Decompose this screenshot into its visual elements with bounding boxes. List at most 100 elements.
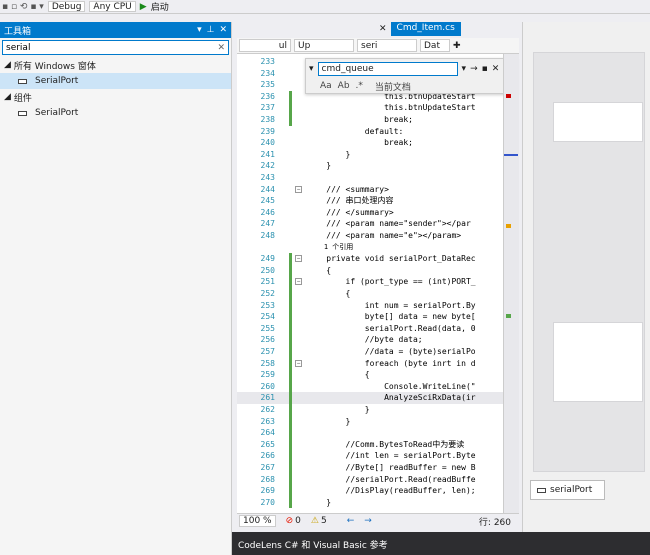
tree-item-serialport[interactable]: SerialPort [0, 105, 231, 121]
code-line[interactable]: 238 break; [237, 114, 519, 126]
close-icon[interactable]: ✕ [379, 24, 387, 34]
start-icon[interactable]: ▶ [140, 2, 147, 12]
line-number: 257 [260, 347, 275, 356]
config-combo[interactable]: Debug [47, 1, 86, 12]
split-icon[interactable]: ✚ [453, 41, 461, 51]
warning-icon[interactable]: ⚠ [311, 516, 319, 526]
code-line[interactable]: 261 AnalyzeSciRxData(ir [237, 392, 519, 404]
find-scope[interactable]: 当前文档 [375, 80, 411, 93]
fold-toggle[interactable]: − [295, 278, 302, 286]
code-line[interactable]: 257 //data = (byte)serialPo [237, 346, 519, 358]
match-case-toggle[interactable]: Aa [320, 81, 332, 91]
code-line[interactable]: 258 foreach (byte inrt in d [237, 358, 519, 370]
start-button[interactable]: 启动 [151, 0, 169, 13]
fold-toggle[interactable]: − [295, 359, 302, 367]
code-line[interactable]: 254 byte[] data = new byte[ [237, 311, 519, 323]
code-editor[interactable]: 233 234 235 236 this.btnUpdateStart 237 this… [237, 54, 519, 513]
clear-icon[interactable]: ✕ [217, 43, 225, 53]
code-text: byte[] data = new byte[ [307, 312, 476, 322]
code-line[interactable]: 248 /// <param name="e"></param> [237, 230, 519, 242]
code-line[interactable]: 251 if (port_type == (int)PORT_ [237, 276, 519, 288]
code-line[interactable]: 266 //int len = serialPort.Byte [237, 450, 519, 462]
tree-item-serialport[interactable]: SerialPort [0, 73, 231, 89]
line-number: 264 [260, 428, 275, 438]
code-line[interactable]: 259 { [237, 369, 519, 381]
code-text: /// <summary> [307, 184, 389, 194]
code-line[interactable]: 247 /// <param name="sender"></par [237, 218, 519, 230]
code-text: { [307, 289, 351, 298]
code-line[interactable]: 1 个引用 [237, 242, 519, 254]
error-icon[interactable]: ⊘ [286, 516, 294, 526]
nav-forward-icon[interactable]: → [364, 516, 372, 526]
code-text: if (port_type == (int)PORT_ [307, 277, 476, 287]
tree-group-components[interactable]: ◢ 组件 [0, 89, 231, 105]
tree-group-label: 组件 [13, 93, 32, 104]
line-number: 255 [260, 323, 275, 333]
code-line[interactable]: 264 [237, 427, 519, 439]
expand-icon[interactable]: ▾ [309, 64, 314, 74]
code-line[interactable]: 249 private void serialPort_DataRec [237, 253, 519, 265]
code-line[interactable]: 237 this.btnUpdateStart [237, 102, 519, 114]
find-next-icon[interactable]: → [470, 64, 478, 74]
fold-toggle[interactable]: − [295, 255, 302, 263]
nav-member-combo[interactable]: seri [357, 39, 417, 52]
code-line[interactable]: 267 //Byte[] readBuffer = new B [237, 462, 519, 474]
regex-toggle[interactable]: .* [356, 81, 363, 91]
dropdown-icon[interactable]: ▾ [462, 64, 467, 74]
code-line[interactable]: 265 //Comm.BytesToRead中为要读 [237, 439, 519, 451]
line-number: 268 [260, 474, 275, 484]
fold-toggle[interactable]: − [295, 185, 302, 193]
code-line[interactable]: 269 //DisPlay(readBuffer, len); [237, 485, 519, 497]
code-line[interactable]: 250 { [237, 265, 519, 277]
nav-class-combo[interactable]: Up [294, 39, 354, 52]
code-line[interactable]: 246 /// </summary> [237, 207, 519, 219]
line-number: 265 [260, 439, 275, 449]
code-line[interactable]: 260 Console.WriteLine(" [237, 381, 519, 393]
collapse-icon[interactable]: ◢ [4, 60, 11, 70]
pin-icon[interactable]: ⊥ [207, 25, 215, 35]
code-text: default: [307, 126, 404, 136]
code-line[interactable]: 241 } [237, 149, 519, 161]
code-line[interactable]: 239 default: [237, 126, 519, 138]
code-text: /// 串口处理内容 [307, 196, 394, 206]
platform-combo[interactable]: Any CPU [89, 1, 136, 12]
whole-word-toggle[interactable]: Ab [338, 81, 350, 91]
code-line[interactable]: 240 break; [237, 137, 519, 149]
find-input[interactable]: cmd_queue [317, 62, 458, 76]
code-line[interactable]: 256 //byte data; [237, 334, 519, 346]
zoom-combo[interactable]: 100 % [239, 515, 276, 527]
tab-cmd-item[interactable]: Cmd_Item.cs [390, 22, 461, 36]
close-icon[interactable]: ✕ [219, 25, 227, 35]
tree-group-windows-forms[interactable]: ◢ 所有 Windows 窗体 [0, 57, 231, 73]
code-line[interactable]: 262 } [237, 404, 519, 416]
toolbar-icons[interactable]: ▪ ▫ ⟲ ▪ ▾ [2, 2, 44, 12]
code-line[interactable]: 242 } [237, 160, 519, 172]
code-text: //int len = serialPort.Byte [307, 451, 476, 461]
toolbox-search-input[interactable] [6, 42, 196, 53]
nav-project-combo[interactable]: ul [239, 39, 291, 52]
code-line[interactable]: 245 /// 串口处理内容 [237, 195, 519, 207]
code-line[interactable]: 263 } [237, 416, 519, 428]
collapse-icon[interactable]: ◢ [4, 92, 11, 102]
toolbox-search[interactable]: ✕ [2, 40, 229, 55]
change-marker [506, 314, 511, 318]
dropdown-icon[interactable]: ▾ [197, 25, 202, 35]
scroll-thumb[interactable] [504, 154, 518, 156]
code-line[interactable]: 252 { [237, 288, 519, 300]
options-icon[interactable]: ▪ [482, 64, 488, 74]
editor-scrollbar[interactable] [503, 54, 519, 513]
code-line[interactable]: 244 /// <summary> [237, 184, 519, 196]
tree-item-label: SerialPort [35, 76, 79, 86]
code-line[interactable]: 253 int num = serialPort.By [237, 300, 519, 312]
line-number: 262 [260, 405, 275, 414]
serialport-component[interactable]: serialPort [530, 480, 605, 500]
code-line[interactable]: 243 [237, 172, 519, 184]
form-designer[interactable] [522, 22, 650, 532]
code-line[interactable]: 270 } [237, 497, 519, 509]
code-line[interactable]: 255 serialPort.Read(data, 0 [237, 323, 519, 335]
toolbox-title: 工具箱 [4, 26, 32, 37]
nav-back-icon[interactable]: ← [347, 516, 355, 526]
nav-extra-combo[interactable]: Dat [420, 39, 450, 52]
close-icon[interactable]: ✕ [492, 64, 500, 74]
code-line[interactable]: 268 //serialPort.Read(readBuffe [237, 474, 519, 486]
